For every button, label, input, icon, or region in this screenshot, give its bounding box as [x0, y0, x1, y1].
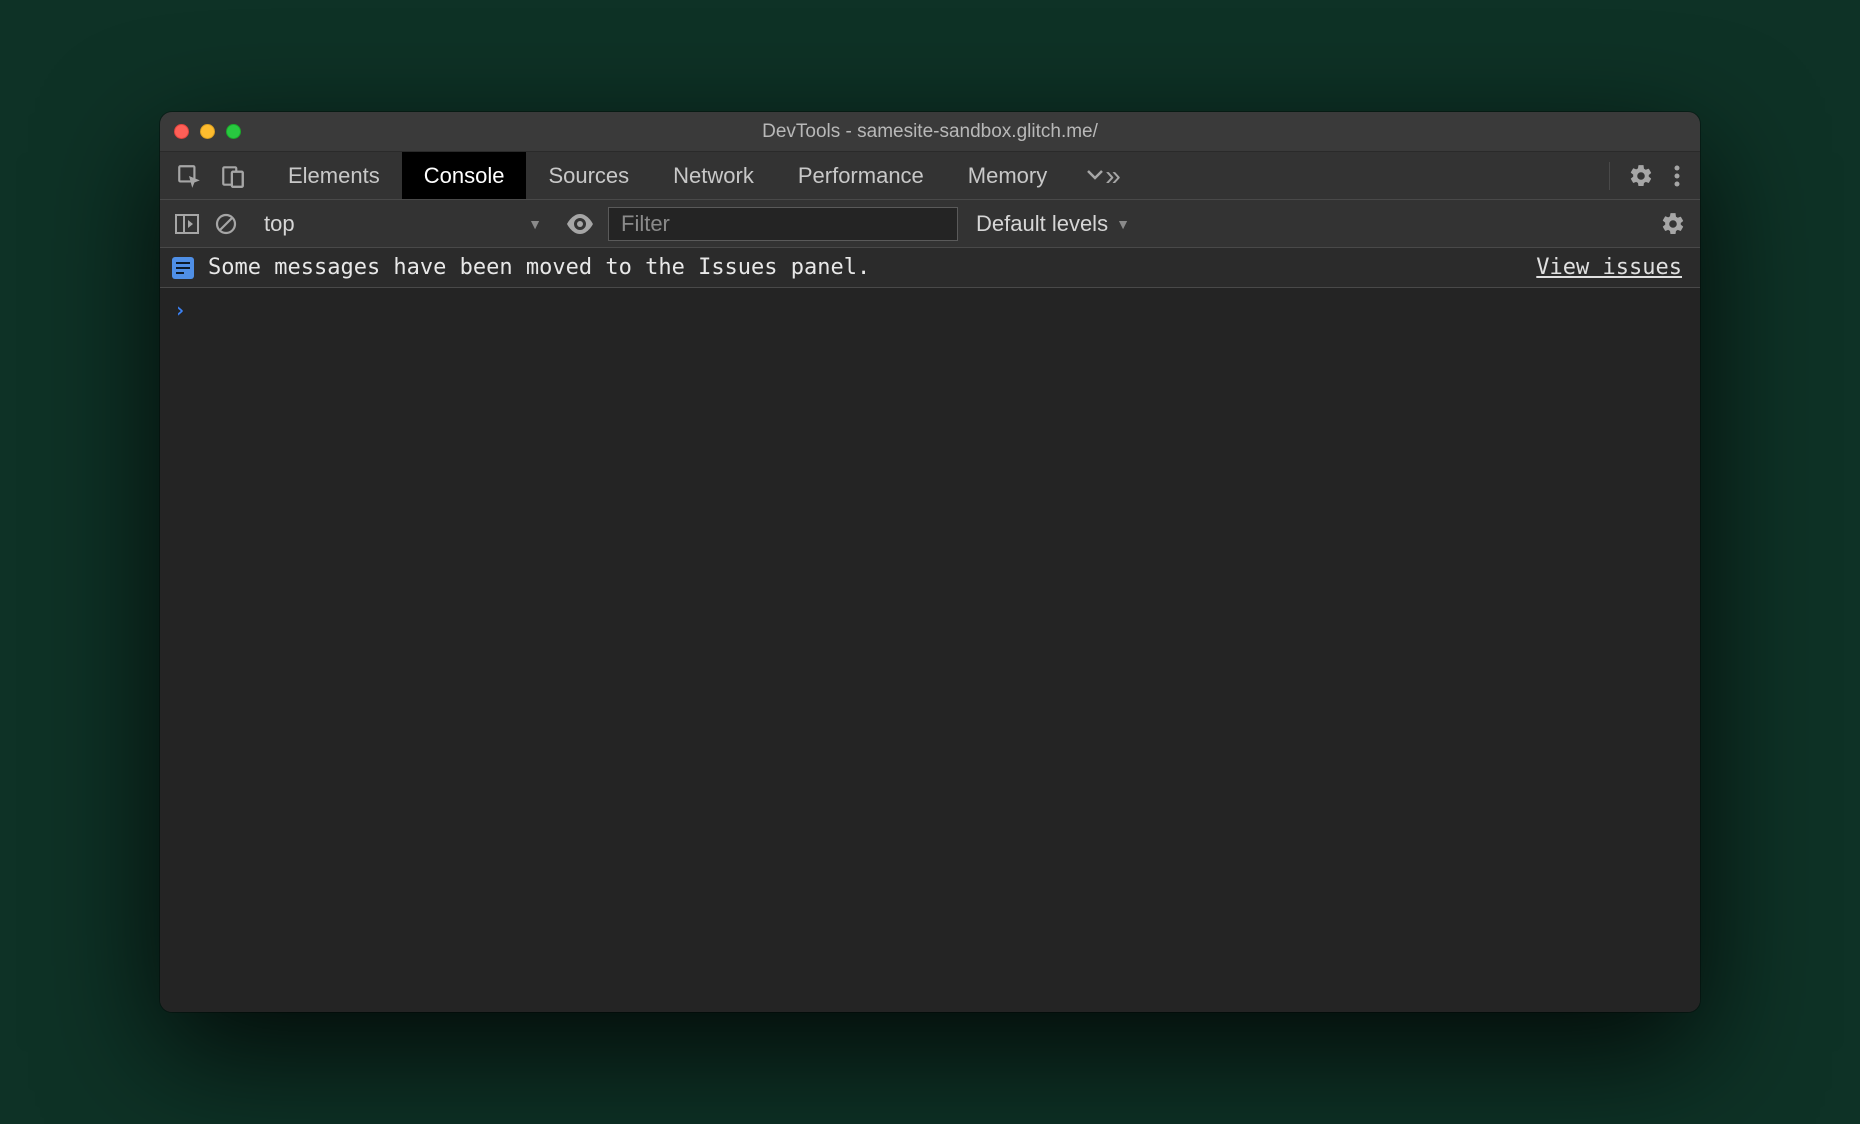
sidebar-toggle-icon[interactable]	[174, 213, 200, 235]
tab-elements[interactable]: Elements	[266, 152, 402, 199]
devtools-window: DevTools - samesite-sandbox.glitch.me/ E…	[160, 112, 1700, 1012]
console-prompt: ›	[174, 298, 186, 322]
kebab-menu-icon[interactable]	[1664, 164, 1690, 188]
tab-label: Sources	[548, 163, 629, 189]
zoom-window-button[interactable]	[226, 124, 241, 139]
levels-label: Default levels	[976, 211, 1108, 237]
tab-console[interactable]: Console	[402, 152, 527, 199]
tabs-overflow-chevron-icon[interactable]: »	[1091, 152, 1135, 199]
tab-network[interactable]: Network	[651, 152, 776, 199]
console-settings-gear-icon[interactable]	[1660, 211, 1686, 237]
titlebar: DevTools - samesite-sandbox.glitch.me/	[160, 112, 1700, 152]
console-toolbar: top ▼ Default levels ▼	[160, 200, 1700, 248]
issues-icon	[172, 257, 194, 279]
tabstrip-trailing	[1601, 152, 1700, 199]
clear-console-icon[interactable]	[214, 212, 238, 236]
device-toolbar-icon[interactable]	[220, 163, 246, 189]
close-window-button[interactable]	[174, 124, 189, 139]
traffic-lights	[174, 124, 241, 139]
tab-label: Network	[673, 163, 754, 189]
tab-performance[interactable]: Performance	[776, 152, 946, 199]
tab-label: Elements	[288, 163, 380, 189]
minimize-window-button[interactable]	[200, 124, 215, 139]
main-tabstrip: Elements Console Sources Network Perform…	[160, 152, 1700, 200]
chevron-down-icon: ▼	[528, 216, 542, 232]
separator	[1609, 162, 1610, 190]
filter-input[interactable]	[608, 207, 958, 241]
tabstrip-leading-icons	[160, 152, 266, 199]
context-label: top	[264, 211, 295, 237]
tab-memory[interactable]: Memory	[946, 152, 1069, 199]
console-body[interactable]: ›	[160, 288, 1700, 1012]
tab-label: Performance	[798, 163, 924, 189]
issues-banner: Some messages have been moved to the Iss…	[160, 248, 1700, 288]
window-title: DevTools - samesite-sandbox.glitch.me/	[160, 121, 1700, 143]
settings-gear-icon[interactable]	[1628, 163, 1654, 189]
log-levels-select[interactable]: Default levels ▼	[972, 211, 1134, 237]
issues-message: Some messages have been moved to the Iss…	[208, 255, 1522, 280]
inspect-element-icon[interactable]	[176, 163, 202, 189]
tab-label: Console	[424, 163, 505, 189]
view-issues-link[interactable]: View issues	[1536, 255, 1682, 280]
live-expression-eye-icon[interactable]	[566, 214, 594, 234]
tab-label: Memory	[968, 163, 1047, 189]
execution-context-select[interactable]: top ▼	[252, 207, 552, 241]
chevron-down-icon: ▼	[1116, 216, 1130, 232]
tab-sources[interactable]: Sources	[526, 152, 651, 199]
